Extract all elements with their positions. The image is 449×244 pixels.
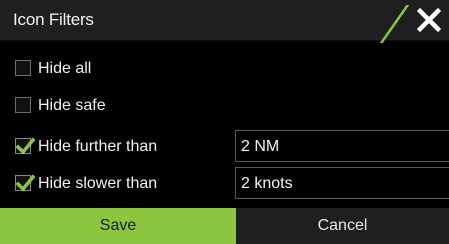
hide-slower-than-checkbox[interactable]: [15, 174, 35, 192]
hide-further-than-label: Hide further than: [38, 138, 158, 155]
hide-safe-label: Hide safe: [38, 97, 106, 114]
filter-row-hide-all[interactable]: Hide all: [0, 52, 449, 86]
dialog-titlebar: Icon Filters: [0, 0, 449, 43]
hide-further-than-checkbox[interactable]: [15, 137, 35, 155]
filter-row-hide-safe[interactable]: Hide safe: [0, 89, 449, 123]
speed-value: 2 knots: [241, 175, 293, 192]
hide-all-checkbox[interactable]: [15, 60, 31, 76]
accent-divider: [379, 5, 410, 43]
close-icon: [417, 8, 441, 32]
checkmark-icon: [15, 174, 35, 192]
speed-value-field[interactable]: 2 knots: [235, 167, 449, 199]
cancel-button[interactable]: Cancel: [236, 208, 449, 244]
dialog-title: Icon Filters: [13, 10, 94, 29]
hide-all-label: Hide all: [38, 60, 92, 77]
hide-slower-than-label: Hide slower than: [38, 175, 158, 192]
checkmark-icon: [15, 137, 35, 155]
filter-row-hide-slower-than[interactable]: Hide slower than 2 knots: [0, 167, 449, 201]
hide-safe-checkbox[interactable]: [15, 97, 31, 113]
distance-value-field[interactable]: 2 NM: [235, 130, 449, 162]
distance-value: 2 NM: [241, 138, 280, 155]
filter-row-hide-further-than[interactable]: Hide further than 2 NM: [0, 130, 449, 164]
close-button[interactable]: [409, 0, 449, 40]
save-button[interactable]: Save: [0, 208, 236, 244]
icon-filters-dialog: Icon Filters Hide all Hide safe Hide fur…: [0, 0, 449, 244]
